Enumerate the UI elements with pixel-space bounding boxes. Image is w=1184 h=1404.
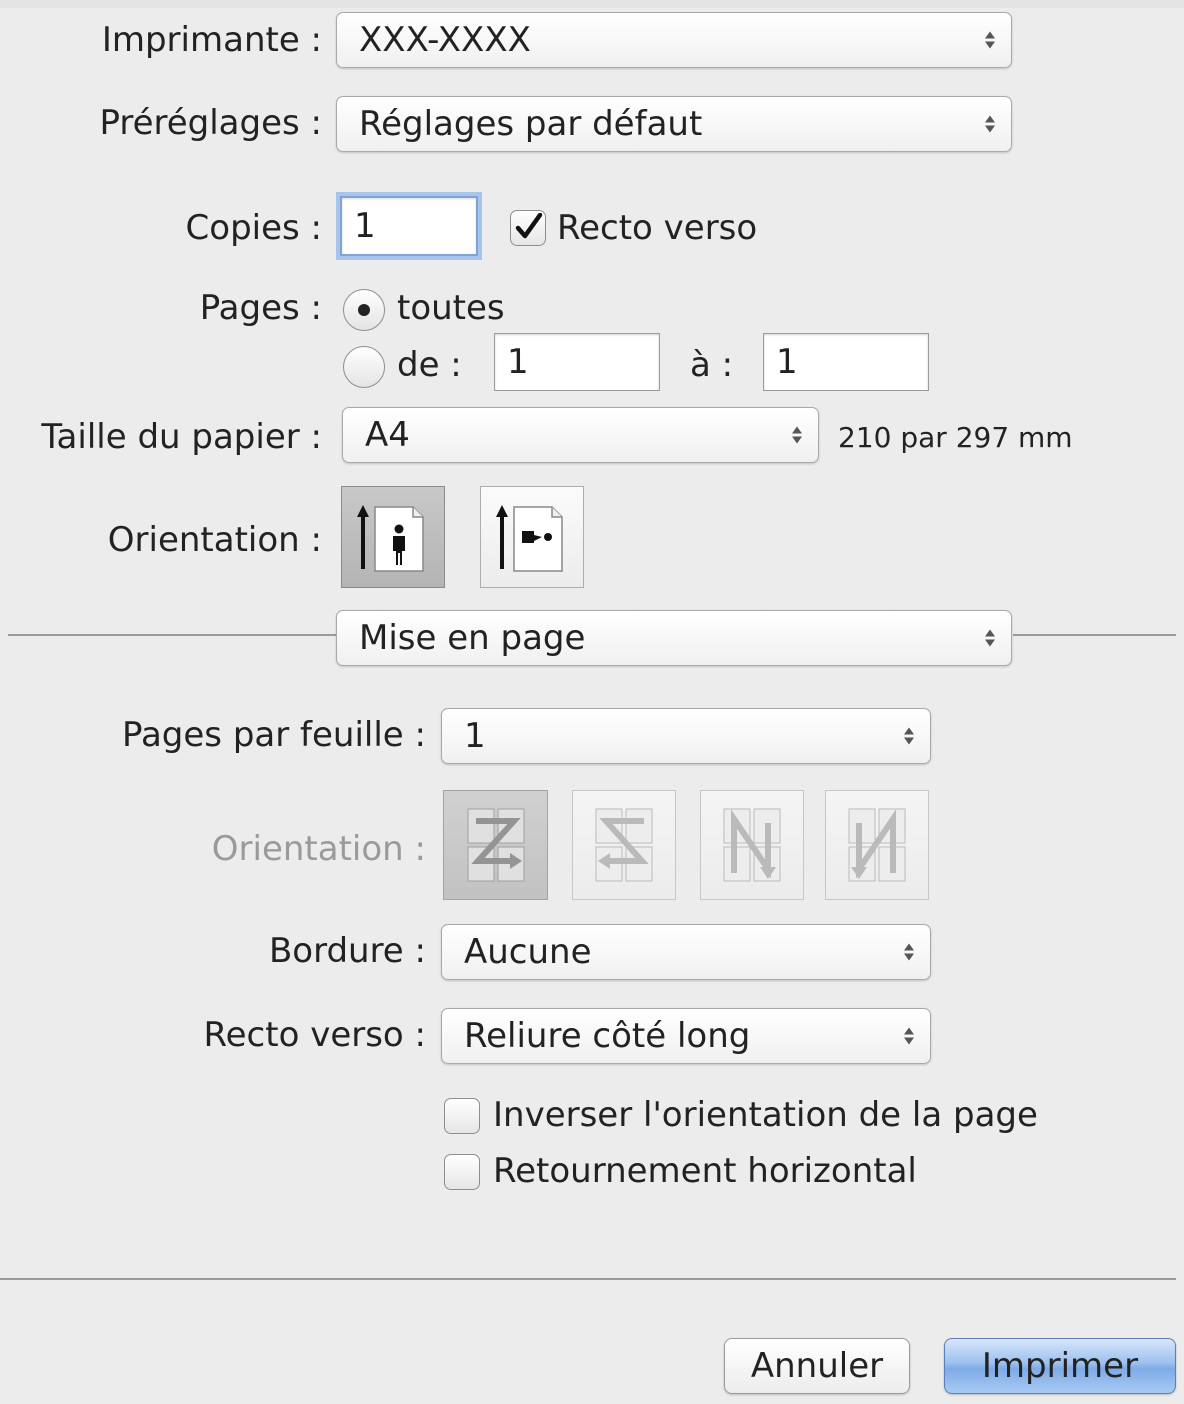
two-sided-label: Recto verso : (203, 1015, 426, 1055)
print-button[interactable]: Imprimer (944, 1338, 1176, 1394)
pages-to-field[interactable]: 1 (763, 333, 929, 391)
updown-arrows-icon (904, 1027, 914, 1045)
two-sided-value: Reliure côté long (464, 1016, 751, 1056)
paper-size-label: Taille du papier : (41, 417, 322, 457)
border-popup[interactable]: Aucune (441, 924, 931, 980)
printer-label: Imprimante : (101, 20, 322, 60)
printer-popup[interactable]: XXX-XXXX (336, 12, 1012, 68)
portrait-orientation-button[interactable] (341, 486, 445, 588)
printer-value: XXX-XXXX (359, 20, 531, 60)
pages-per-sheet-label: Pages par feuille : (122, 715, 426, 755)
layout-direction-label: Orientation : (211, 829, 426, 869)
duplex-checkbox[interactable] (510, 210, 546, 246)
layout-direction-z-button[interactable] (443, 790, 548, 900)
pages-to-label: à : (690, 345, 734, 385)
section-popup[interactable]: Mise en page (336, 610, 1012, 666)
updown-arrows-icon (985, 31, 995, 49)
paper-dimensions: 210 par 297 mm (838, 421, 1073, 454)
reverse-orientation-checkbox[interactable] (444, 1098, 480, 1134)
updown-arrows-icon (904, 943, 914, 961)
updown-arrows-icon (985, 115, 995, 133)
portrait-icon (357, 505, 424, 572)
border-label: Bordure : (268, 931, 426, 971)
copies-label: Copies : (185, 208, 322, 248)
pages-label: Pages : (199, 288, 322, 328)
window-top-edge (0, 0, 1184, 8)
layout-z-icon (467, 808, 524, 882)
two-sided-popup[interactable]: Reliure côté long (441, 1008, 931, 1064)
pages-all-radio[interactable] (343, 289, 385, 331)
landscape-icon (496, 505, 563, 572)
layout-direction-n-reverse-button[interactable] (700, 790, 804, 900)
layout-direction-s-button[interactable] (572, 790, 676, 900)
pages-per-sheet-value: 1 (464, 716, 486, 756)
layout-n-reverse-icon (723, 808, 781, 882)
presets-popup[interactable]: Réglages par défaut (336, 96, 1012, 152)
reverse-orientation-label: Inverser l'orientation de la page (493, 1095, 1038, 1135)
pages-range-radio[interactable] (343, 346, 385, 388)
presets-label: Préréglages : (99, 103, 322, 143)
landscape-orientation-button[interactable] (480, 486, 584, 588)
updown-arrows-icon (904, 727, 914, 745)
border-value: Aucune (464, 932, 592, 972)
paper-size-value: A4 (365, 415, 410, 455)
pages-per-sheet-popup[interactable]: 1 (441, 708, 931, 764)
updown-arrows-icon (792, 426, 802, 444)
checkmark-icon (515, 213, 543, 239)
flip-horizontal-label: Retournement horizontal (493, 1151, 917, 1191)
duplex-label: Recto verso (557, 208, 758, 248)
section-value: Mise en page (359, 618, 586, 658)
orientation-label: Orientation : (107, 520, 322, 560)
layout-direction-n-button[interactable] (825, 790, 929, 900)
layout-n-icon (848, 808, 906, 882)
cancel-button[interactable]: Annuler (724, 1338, 910, 1394)
updown-arrows-icon (985, 629, 995, 647)
pages-all-label: toutes (397, 288, 505, 328)
bottom-separator (0, 1278, 1176, 1280)
flip-horizontal-checkbox[interactable] (444, 1154, 480, 1190)
pages-from-field[interactable]: 1 (494, 333, 660, 391)
pages-from-label: de : (397, 345, 462, 385)
separator-left (8, 634, 336, 636)
presets-value: Réglages par défaut (359, 104, 703, 144)
layout-s-reverse-icon (595, 808, 653, 882)
paper-size-popup[interactable]: A4 (342, 407, 819, 463)
separator-right (1013, 634, 1176, 636)
copies-field[interactable]: 1 (340, 196, 478, 256)
